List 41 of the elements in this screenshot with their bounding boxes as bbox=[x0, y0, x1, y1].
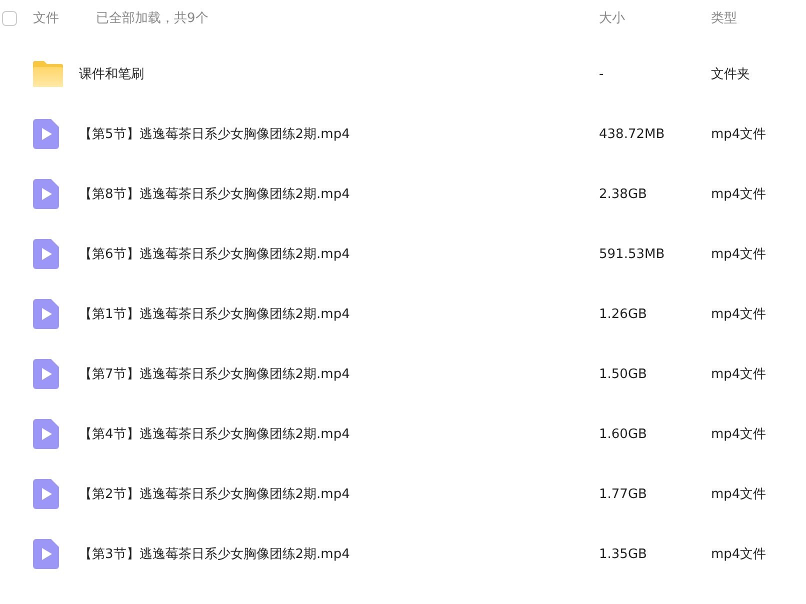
file-size: 1.77GB bbox=[599, 486, 648, 502]
file-type: mp4文件 bbox=[711, 486, 766, 503]
file-size: 591.53MB bbox=[599, 246, 666, 262]
folder-icon bbox=[33, 61, 63, 87]
file-name[interactable]: 【第8节】逃逸莓茶日系少女胸像团练2期.mp4 bbox=[79, 185, 599, 203]
size-column-header: 大小 bbox=[599, 10, 626, 27]
video-file-icon bbox=[33, 419, 59, 449]
file-size: 2.38GB bbox=[599, 186, 648, 202]
video-file-icon bbox=[33, 359, 59, 389]
file-name[interactable]: 【第1节】逃逸莓茶日系少女胸像团练2期.mp4 bbox=[79, 305, 599, 323]
video-file-icon bbox=[33, 539, 59, 569]
file-name[interactable]: 课件和笔刷 bbox=[79, 65, 599, 83]
file-size: 1.60GB bbox=[599, 426, 648, 442]
file-size: 1.35GB bbox=[599, 546, 648, 562]
file-name[interactable]: 【第5节】逃逸莓茶日系少女胸像团练2期.mp4 bbox=[79, 125, 599, 143]
file-type: mp4文件 bbox=[711, 186, 766, 203]
file-type: mp4文件 bbox=[711, 306, 766, 323]
select-all-checkbox[interactable] bbox=[2, 10, 17, 26]
file-size: 1.50GB bbox=[599, 366, 648, 382]
file-type: mp4文件 bbox=[711, 426, 766, 443]
file-column-header: 文件 bbox=[33, 10, 60, 27]
file-type: mp4文件 bbox=[711, 126, 766, 143]
file-type: mp4文件 bbox=[711, 246, 766, 263]
video-file-icon bbox=[33, 479, 59, 509]
file-size: 1.26GB bbox=[599, 306, 648, 322]
file-name[interactable]: 【第3节】逃逸莓茶日系少女胸像团练2期.mp4 bbox=[79, 545, 599, 563]
load-status: 已全部加载，共9个 bbox=[96, 10, 210, 27]
type-column-header: 类型 bbox=[711, 10, 737, 27]
file-type: 文件夹 bbox=[711, 66, 750, 83]
file-name[interactable]: 【第2节】逃逸莓茶日系少女胸像团练2期.mp4 bbox=[79, 485, 599, 503]
video-file-icon bbox=[33, 179, 59, 209]
file-name[interactable]: 【第7节】逃逸莓茶日系少女胸像团练2期.mp4 bbox=[79, 365, 599, 383]
video-file-icon bbox=[33, 119, 59, 149]
file-type: mp4文件 bbox=[711, 366, 766, 383]
file-size: 438.72MB bbox=[599, 126, 666, 142]
file-name[interactable]: 【第6节】逃逸莓茶日系少女胸像团练2期.mp4 bbox=[79, 245, 599, 263]
video-file-icon bbox=[33, 239, 59, 269]
video-file-icon bbox=[33, 299, 59, 329]
file-size: - bbox=[599, 66, 605, 82]
file-name[interactable]: 【第4节】逃逸莓茶日系少女胸像团练2期.mp4 bbox=[79, 425, 599, 443]
file-type: mp4文件 bbox=[711, 546, 766, 563]
